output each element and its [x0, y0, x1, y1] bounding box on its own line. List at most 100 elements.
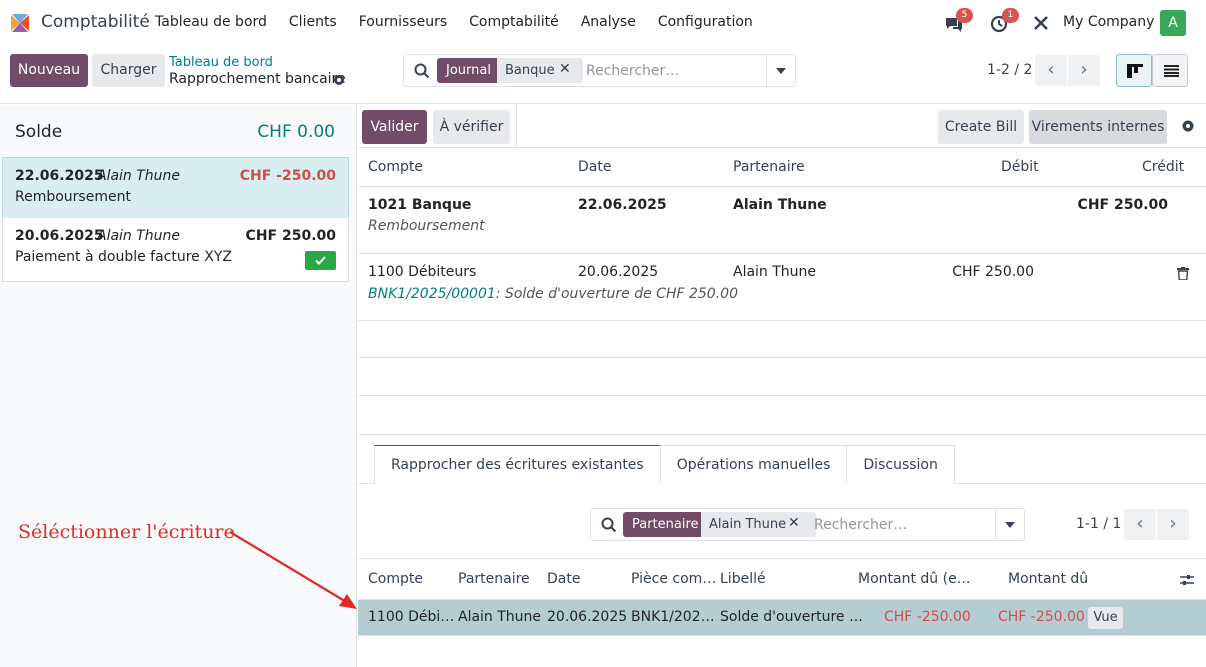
- column-amount-residual[interactable]: Montant dû: [1008, 571, 1088, 587]
- reconciliation-form: Valider À vérifier Create Bill Virements…: [358, 105, 1206, 667]
- kanban-view-button[interactable]: [1116, 54, 1152, 87]
- sub-table-header: Compte Partenaire Date Pièce com… Libell…: [358, 558, 1206, 600]
- activity-badge: 1: [1002, 8, 1019, 23]
- list-view-button[interactable]: [1152, 54, 1188, 87]
- sub-row-partner: Alain Thune: [458, 609, 542, 625]
- row-credit: CHF 250.00: [1077, 197, 1168, 213]
- load-button[interactable]: Charger: [92, 54, 165, 87]
- menu-item-dashboard[interactable]: Tableau de bord: [155, 14, 267, 30]
- sub-search-facet-key: Partenaire: [623, 512, 708, 537]
- search-icon: [601, 517, 617, 533]
- statement-line-card[interactable]: 22.06.2025 Alain Thune CHF -250.00 Rembo…: [2, 157, 349, 218]
- pager-value[interactable]: 1-2 / 2: [987, 62, 1032, 78]
- sub-search-options-toggle[interactable]: [995, 509, 1024, 540]
- row-account: 1100 Débiteurs: [368, 264, 477, 280]
- line-label: Remboursement: [15, 189, 131, 205]
- to-check-button[interactable]: À vérifier: [433, 110, 510, 144]
- row-partner: Alain Thune: [733, 264, 817, 280]
- breadcrumb-parent[interactable]: Tableau de bord: [169, 55, 273, 70]
- table-row[interactable]: 1021 Banque 22.06.2025 Alain Thune CHF 2…: [358, 187, 1206, 254]
- reconciled-badge: [305, 251, 336, 270]
- statement-line-card[interactable]: 20.06.2025 Alain Thune CHF 250.00 Paieme…: [2, 217, 349, 282]
- line-partner: Alain Thune: [97, 228, 181, 244]
- view-button[interactable]: Vue: [1088, 607, 1123, 629]
- sub-pager-next-button[interactable]: ›: [1157, 509, 1189, 540]
- balance-value: CHF 0.00: [257, 122, 335, 142]
- sub-search-bar[interactable]: Partenaire Alain Thune ✕ Rechercher…: [590, 508, 1025, 541]
- gear-icon[interactable]: [332, 73, 346, 87]
- column-partner: Partenaire: [733, 159, 805, 175]
- column-date[interactable]: Date: [547, 571, 580, 587]
- column-account[interactable]: Compte: [368, 571, 423, 587]
- pager-previous-button[interactable]: ‹: [1035, 55, 1067, 86]
- remove-facet-icon[interactable]: ✕: [559, 61, 571, 77]
- trash-icon[interactable]: [1177, 267, 1189, 280]
- control-panel: Nouveau Charger Tableau de bord Rapproch…: [0, 46, 1206, 104]
- menu-item-accounting[interactable]: Comptabilité: [469, 14, 559, 30]
- column-amount-currency[interactable]: Montant dû (e…: [858, 571, 971, 587]
- menu-item-suppliers[interactable]: Fournisseurs: [359, 14, 447, 30]
- table-row[interactable]: 1100 Débi… Alain Thune 20.06.2025 BNK1/2…: [358, 600, 1206, 636]
- menu-item-clients[interactable]: Clients: [289, 14, 337, 30]
- column-date: Date: [578, 159, 612, 175]
- balance-label: Solde: [15, 122, 63, 142]
- new-button[interactable]: Nouveau: [10, 54, 88, 87]
- accounting-app-icon[interactable]: [9, 12, 31, 34]
- search-bar[interactable]: Journal Banque ✕ Rechercher…: [403, 54, 796, 87]
- form-toolbar: Valider À vérifier Create Bill Virements…: [358, 105, 1206, 148]
- lines-table-header: Compte Date Partenaire Débit Crédit: [358, 148, 1206, 187]
- activity-button[interactable]: 1: [990, 8, 1020, 36]
- column-move[interactable]: Pièce com…: [631, 571, 716, 587]
- validate-button[interactable]: Valider: [362, 110, 427, 144]
- annotation-arrow-icon: [229, 531, 357, 609]
- sub-search-input[interactable]: Rechercher…: [814, 517, 907, 533]
- line-amount: CHF 250.00: [245, 228, 336, 244]
- column-settings-icon[interactable]: [1180, 574, 1194, 586]
- column-partner[interactable]: Partenaire: [458, 571, 530, 587]
- empty-row: [358, 396, 1206, 435]
- chevron-right-icon: ›: [1169, 513, 1177, 534]
- chevron-left-icon: ‹: [1047, 59, 1055, 80]
- app-name[interactable]: Comptabilité: [41, 12, 150, 32]
- row-label: BNK1/2025/00001: Solde d'ouverture de CH…: [368, 286, 738, 302]
- company-switcher[interactable]: My Company: [1063, 14, 1154, 30]
- sub-row-account: 1100 Débi…: [368, 609, 455, 625]
- menu-item-analysis[interactable]: Analyse: [581, 14, 636, 30]
- top-navbar: Comptabilité Tableau de bord Clients Fou…: [0, 0, 1206, 46]
- check-icon: [315, 256, 326, 265]
- move-description: : Solde d'ouverture de CHF 250.00: [495, 286, 738, 302]
- sub-pager-value[interactable]: 1-1 / 1: [1076, 516, 1121, 532]
- column-account: Compte: [368, 159, 423, 175]
- tab-discussion[interactable]: Discussion: [846, 445, 955, 484]
- line-partner: Alain Thune: [97, 168, 181, 184]
- row-date: 20.06.2025: [578, 264, 659, 280]
- caret-down-icon: [776, 68, 786, 74]
- remove-facet-icon[interactable]: ✕: [788, 515, 800, 531]
- internal-transfers-button[interactable]: Virements internes: [1029, 110, 1167, 144]
- pager-next-button[interactable]: ›: [1068, 55, 1100, 86]
- tab-manual-operations[interactable]: Opérations manuelles: [659, 445, 848, 484]
- create-bill-button[interactable]: Create Bill: [938, 110, 1024, 144]
- line-date: 22.06.2025: [15, 168, 104, 184]
- gear-icon[interactable]: [1181, 119, 1195, 133]
- column-label[interactable]: Libellé: [720, 571, 766, 587]
- sub-pager-previous-button[interactable]: ‹: [1124, 509, 1156, 540]
- sub-row-amount-currency: CHF -250.00: [884, 609, 971, 625]
- chevron-left-icon: ‹: [1136, 513, 1144, 534]
- search-icon: [414, 63, 430, 79]
- chat-button[interactable]: 5: [944, 8, 974, 36]
- table-row[interactable]: 1100 Débiteurs 20.06.2025 Alain Thune CH…: [358, 254, 1206, 321]
- tools-icon[interactable]: [1032, 14, 1050, 32]
- search-options-toggle[interactable]: [766, 55, 795, 86]
- row-date: 22.06.2025: [578, 197, 667, 213]
- move-link[interactable]: BNK1/2025/00001: [368, 286, 496, 302]
- menu-item-configuration[interactable]: Configuration: [658, 14, 753, 30]
- tab-reconcile-existing[interactable]: Rapprocher des écritures existantes: [374, 445, 661, 484]
- search-input[interactable]: Rechercher…: [586, 63, 679, 79]
- row-label: Remboursement: [368, 218, 485, 234]
- line-label: Paiement à double facture XYZ: [15, 249, 232, 265]
- avatar[interactable]: A: [1160, 10, 1186, 36]
- sub-row-label: Solde d'ouverture …: [720, 609, 863, 625]
- chevron-right-icon: ›: [1080, 59, 1088, 80]
- kanban-icon: [1127, 64, 1143, 78]
